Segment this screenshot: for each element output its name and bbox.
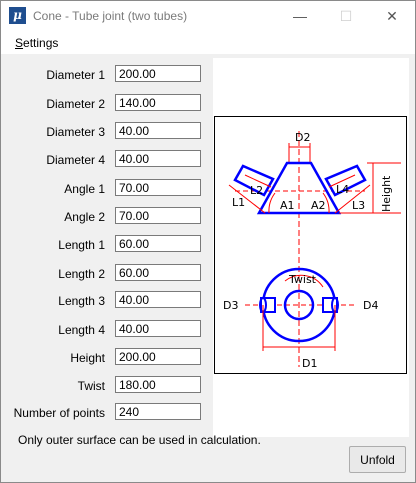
number-of-points-input[interactable]	[115, 403, 201, 420]
d1-label: D1	[302, 357, 317, 370]
diameter-1-input[interactable]	[115, 65, 201, 82]
minimize-button[interactable]: —	[277, 1, 323, 32]
length-3-label: Length 3	[58, 294, 105, 308]
maximize-button[interactable]: ☐	[323, 1, 369, 32]
length-2-label: Length 2	[58, 267, 105, 281]
height-label: Height	[70, 351, 105, 365]
twist-label: Twist	[288, 273, 317, 286]
twist-input[interactable]	[115, 376, 201, 393]
menu-settings-mnemonic: S	[15, 36, 24, 50]
l2-label: L2	[250, 184, 263, 197]
l1-label: L1	[232, 196, 245, 209]
diameter-4-input[interactable]	[115, 150, 201, 167]
length-4-input[interactable]	[115, 320, 201, 337]
a1-label: A1	[280, 199, 295, 212]
dialog-window: μ Cone - Tube joint (two tubes) — ☐ ✕ Se…	[0, 0, 416, 483]
l4-label: L4	[336, 183, 349, 196]
length-2-input[interactable]	[115, 264, 201, 281]
twist-label: Twist	[77, 379, 105, 393]
diameter-4-label: Diameter 4	[46, 153, 105, 167]
length-4-label: Length 4	[58, 323, 105, 337]
menu-bar: Settings	[1, 32, 415, 54]
title-bar[interactable]: μ Cone - Tube joint (two tubes) — ☐ ✕	[1, 1, 415, 32]
angle-1-label: Angle 1	[64, 182, 105, 196]
length-3-input[interactable]	[115, 291, 201, 308]
diameter-2-input[interactable]	[115, 94, 201, 111]
number-of-points-label: Number of points	[13, 406, 105, 420]
diameter-1-label: Diameter 1	[46, 68, 105, 82]
menu-settings[interactable]: Settings	[15, 36, 58, 50]
window-title: Cone - Tube joint (two tubes)	[33, 9, 188, 23]
close-button[interactable]: ✕	[369, 1, 415, 32]
height-label-vertical: Height	[380, 175, 393, 212]
angle-1-input[interactable]	[115, 179, 201, 196]
d3-label: D3	[223, 299, 238, 312]
a2-label: A2	[311, 199, 326, 212]
height-input[interactable]	[115, 348, 201, 365]
diameter-3-input[interactable]	[115, 122, 201, 139]
app-logo-icon: μ	[9, 7, 26, 24]
diameter-3-label: Diameter 3	[46, 125, 105, 139]
l3-label: L3	[352, 199, 365, 212]
diameter-2-label: Diameter 2	[46, 97, 105, 111]
angle-2-label: Angle 2	[64, 210, 105, 224]
menu-settings-label: ettings	[23, 36, 59, 50]
calculation-note: Only outer surface can be used in calcul…	[18, 433, 261, 447]
length-1-input[interactable]	[115, 235, 201, 252]
length-1-label: Length 1	[58, 238, 105, 252]
d2-label: D2	[295, 131, 310, 144]
d4-label: D4	[363, 299, 378, 312]
diagram-svg: D2 L1 L2 A1 A2 L3 L4 Height Twist D3 D4 …	[223, 131, 401, 370]
angle-2-input[interactable]	[115, 207, 201, 224]
tube-joint-diagram: D2 L1 L2 A1 A2 L3 L4 Height Twist D3 D4 …	[214, 116, 407, 374]
unfold-button[interactable]: Unfold	[349, 446, 406, 473]
